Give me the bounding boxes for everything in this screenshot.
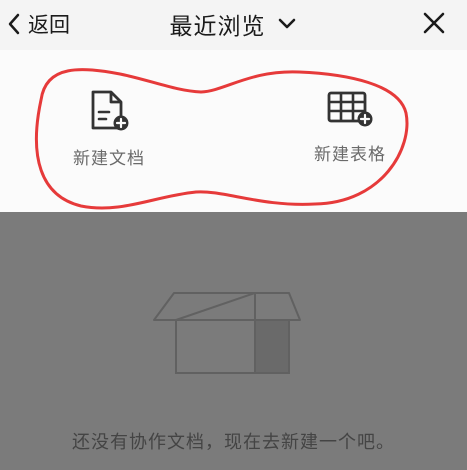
- page-title: 最近浏览: [169, 14, 266, 40]
- new-document-label: 新建文档: [73, 149, 145, 169]
- create-panel: 新建文档 新建表格: [0, 50, 467, 212]
- chevron-down-icon: [278, 18, 295, 29]
- new-spreadsheet-label: 新建表格: [314, 145, 386, 165]
- new-document-button[interactable]: 新建文档: [49, 88, 169, 169]
- new-spreadsheet-button[interactable]: 新建表格: [290, 88, 410, 165]
- new-spreadsheet-icon: [327, 91, 373, 127]
- close-icon[interactable]: [419, 8, 449, 38]
- new-document-icon: [91, 90, 129, 131]
- empty-state-message: 还没有协作文档，现在去新建一个吧。: [72, 432, 395, 453]
- empty-box-icon: [153, 292, 301, 374]
- header-bar: 返回 最近浏览: [0, 0, 467, 50]
- app-screen: 返回 最近浏览 新建文档 新建表格 还没有协作文档，现在去新建一个吧。: [0, 0, 467, 470]
- title-dropdown[interactable]: 最近浏览: [0, 6, 467, 42]
- dimmed-overlay[interactable]: 还没有协作文档，现在去新建一个吧。: [0, 212, 467, 470]
